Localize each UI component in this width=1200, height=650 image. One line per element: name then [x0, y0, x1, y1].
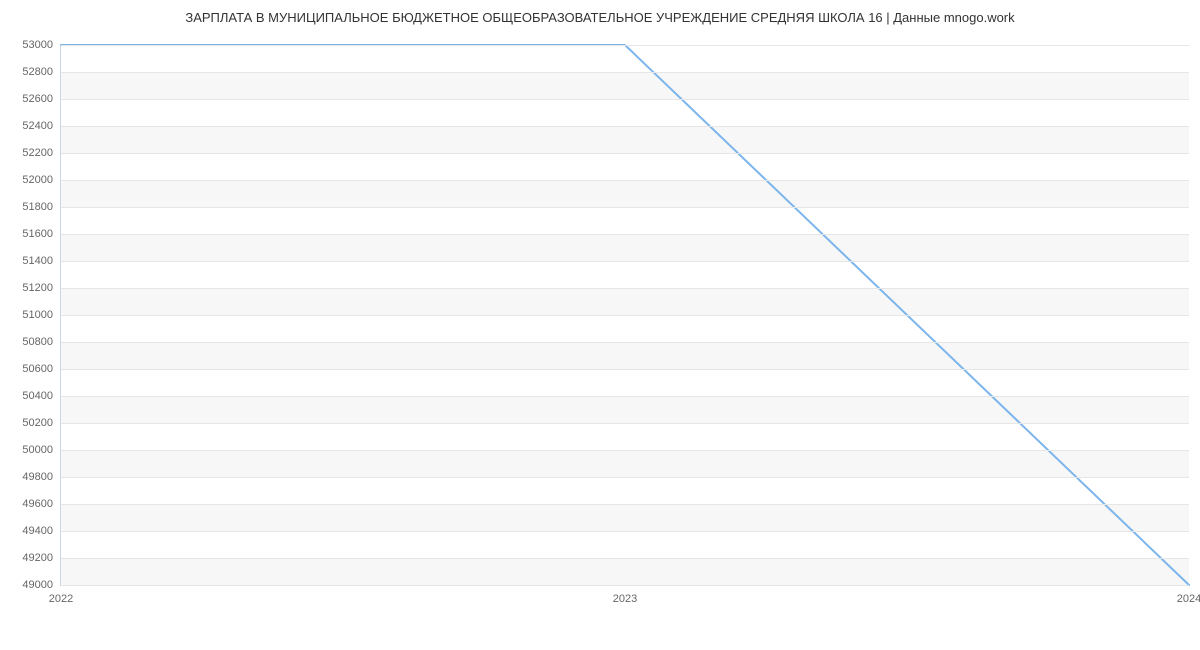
y-gridline — [61, 477, 1189, 478]
salary-chart: ЗАРПЛАТА В МУНИЦИПАЛЬНОЕ БЮДЖЕТНОЕ ОБЩЕО… — [0, 0, 1200, 650]
y-gridline — [61, 180, 1189, 181]
y-gridline — [61, 126, 1189, 127]
y-tick-label: 51000 — [22, 309, 61, 321]
y-gridline — [61, 99, 1189, 100]
y-tick-label: 51800 — [22, 201, 61, 213]
y-gridline — [61, 153, 1189, 154]
y-tick-label: 51600 — [22, 228, 61, 240]
y-gridline — [61, 342, 1189, 343]
y-tick-label: 53000 — [22, 39, 61, 51]
y-tick-label: 52400 — [22, 120, 61, 132]
y-gridline — [61, 558, 1189, 559]
x-tick-label: 2022 — [49, 585, 73, 605]
y-tick-label: 52200 — [22, 147, 61, 159]
y-gridline — [61, 396, 1189, 397]
y-tick-label: 49600 — [22, 498, 61, 510]
y-gridline — [61, 207, 1189, 208]
y-tick-label: 49400 — [22, 525, 61, 537]
chart-title: ЗАРПЛАТА В МУНИЦИПАЛЬНОЕ БЮДЖЕТНОЕ ОБЩЕО… — [0, 10, 1200, 25]
y-tick-label: 50400 — [22, 390, 61, 402]
y-gridline — [61, 423, 1189, 424]
y-tick-label: 52000 — [22, 174, 61, 186]
y-gridline — [61, 504, 1189, 505]
y-gridline — [61, 369, 1189, 370]
y-gridline — [61, 234, 1189, 235]
x-tick-label: 2023 — [613, 585, 637, 605]
y-tick-label: 50800 — [22, 336, 61, 348]
y-tick-label: 50200 — [22, 417, 61, 429]
y-tick-label: 49800 — [22, 471, 61, 483]
y-tick-label: 49200 — [22, 552, 61, 564]
y-tick-label: 51400 — [22, 255, 61, 267]
y-tick-label: 51200 — [22, 282, 61, 294]
y-tick-label: 52600 — [22, 93, 61, 105]
y-tick-label: 50600 — [22, 363, 61, 375]
y-gridline — [61, 45, 1189, 46]
y-gridline — [61, 531, 1189, 532]
y-gridline — [61, 315, 1189, 316]
y-gridline — [61, 72, 1189, 73]
y-gridline — [61, 261, 1189, 262]
y-tick-label: 50000 — [22, 444, 61, 456]
y-gridline — [61, 450, 1189, 451]
y-gridline — [61, 288, 1189, 289]
plot-area: 4900049200494004960049800500005020050400… — [60, 45, 1189, 586]
x-tick-label: 2024 — [1177, 585, 1200, 605]
y-tick-label: 52800 — [22, 66, 61, 78]
